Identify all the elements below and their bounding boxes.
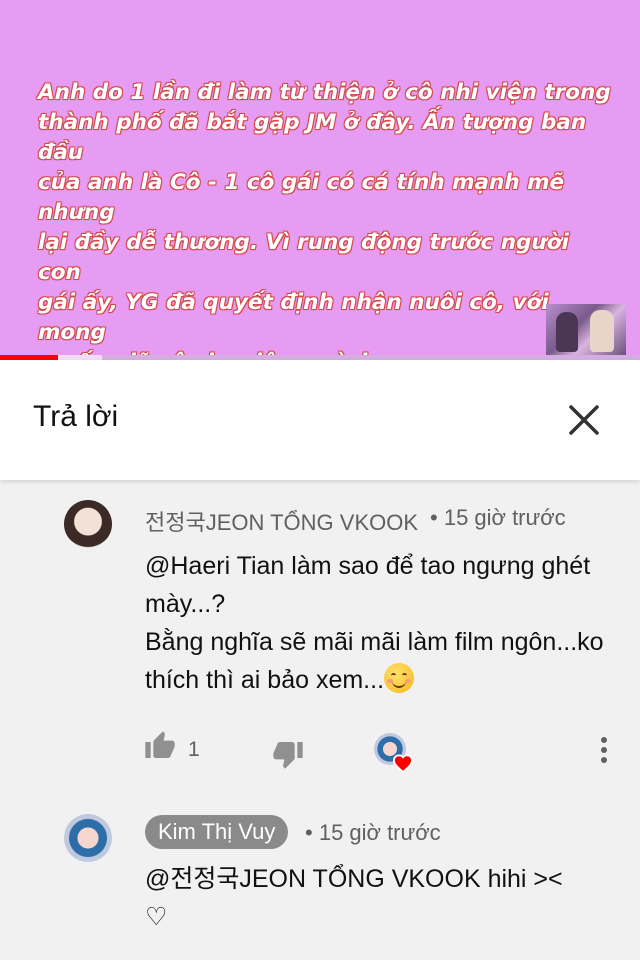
comment-actions: 1 [0,730,640,773]
more-vertical-icon [601,737,607,763]
comment-time-text: 15 giờ trước [443,505,566,530]
comment-line: @Haeri Tian làm sao để tao ngưng ghét mà… [145,552,591,618]
like-count: 1 [188,738,200,761]
close-button[interactable] [562,398,606,442]
reply-panel-header: Trả lời [0,360,640,480]
thumbnail-person-left [556,312,578,352]
heart-icon [392,754,414,773]
comment-line-text: Bằng nghĩa sẽ mãi mãi làm film ngôn...ko… [145,628,604,694]
comment-line: Bằng nghĩa sẽ mãi mãi làm film ngôn...ko… [145,623,605,699]
creator-heart [374,733,414,773]
more-options-button[interactable] [592,732,616,772]
comment-author[interactable]: 전정국JEON TỔNG VKOOK [145,505,418,537]
dislike-button[interactable] [272,738,304,775]
like-button[interactable] [144,730,176,767]
video-caption: Anh do 1 lần đi làm từ thiện ở cô nhi vi… [38,80,611,358]
comment-text: @Haeri Tian làm sao để tao ngưng ghét mà… [145,547,605,699]
comment-author-chip[interactable]: Kim Thị Vuy [145,815,289,849]
thumbs-down-icon [273,742,303,769]
comment-text: @전정국JEON TỔNG VKOOK hihi >< ♡ [145,865,563,931]
thumbs-up-icon [145,731,175,758]
comment-time: • 15 giờ trước [305,820,441,845]
avatar[interactable] [64,814,112,862]
thumbnail-person-right [590,310,614,352]
comment-time-text: 15 giờ trước [318,820,441,845]
video-thumbnail-image [546,304,626,356]
close-icon [569,405,599,435]
smiling-face-emoji [384,663,415,693]
video-player[interactable]: Anh do 1 lần đi làm từ thiện ở cô nhi vi… [0,0,640,358]
avatar[interactable] [64,500,112,548]
reply-panel-title: Trả lời [33,400,119,433]
comment-time: • 15 giờ trước [430,505,566,530]
